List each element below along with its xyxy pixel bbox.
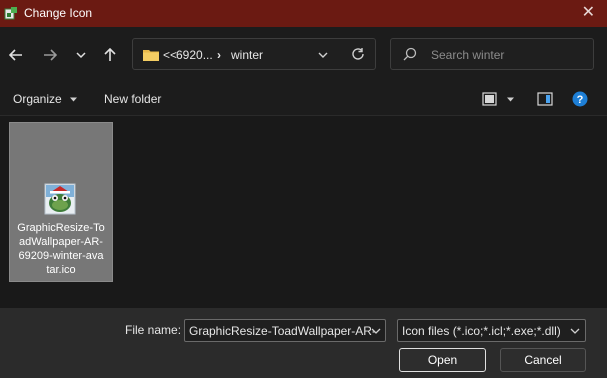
file-type-chevron-icon <box>570 328 580 334</box>
breadcrumb-current[interactable]: winter <box>231 48 263 62</box>
breadcrumb-separator: › <box>217 48 221 62</box>
file-thumbnail <box>44 183 76 215</box>
navigation-bar: << 6920... › winter Search winter <box>0 27 607 83</box>
title-bar: Change Icon ✕ <box>0 0 607 27</box>
breadcrumb-parent[interactable]: 6920... <box>176 48 213 62</box>
file-item[interactable]: GraphicResize-To adWallpaper-AR- 69209-w… <box>9 122 113 282</box>
view-dropdown-icon[interactable] <box>506 95 515 104</box>
window-title: Change Icon <box>24 6 93 20</box>
open-button[interactable]: Open <box>399 348 486 372</box>
organize-chevron-icon <box>70 97 78 102</box>
search-input[interactable]: Search winter <box>390 38 594 70</box>
file-name-value: GraphicResize-ToadWallpaper-AR- <box>189 324 376 338</box>
breadcrumb-overflow[interactable]: << <box>163 48 177 62</box>
close-icon[interactable]: ✕ <box>582 4 595 22</box>
address-dropdown-icon[interactable] <box>318 50 328 60</box>
command-bar: Organize New folder ? <box>0 83 607 116</box>
preview-pane-icon[interactable] <box>537 92 553 106</box>
file-name-input[interactable]: GraphicResize-ToadWallpaper-AR- <box>184 319 386 342</box>
cancel-button[interactable]: Cancel <box>500 348 586 372</box>
organize-label: Organize <box>13 92 62 106</box>
file-type-select[interactable]: Icon files (*.ico;*.icl;*.exe;*.dll) <box>397 319 586 342</box>
file-name-field-label: File name: <box>125 323 182 337</box>
back-icon[interactable] <box>4 43 28 67</box>
svg-text:?: ? <box>577 94 584 106</box>
new-folder-button[interactable]: New folder <box>104 92 161 106</box>
file-list: GraphicResize-To adWallpaper-AR- 69209-w… <box>0 116 607 308</box>
file-type-value: Icon files (*.ico;*.icl;*.exe;*.dll) <box>402 324 561 338</box>
organize-button[interactable]: Organize <box>13 92 78 106</box>
recent-locations-chevron-icon[interactable] <box>69 43 93 67</box>
search-icon <box>403 47 417 61</box>
help-icon[interactable]: ? <box>572 91 588 107</box>
folder-icon <box>143 50 159 61</box>
dialog-footer: File name: GraphicResize-ToadWallpaper-A… <box>0 308 607 378</box>
refresh-icon[interactable] <box>351 47 365 61</box>
search-placeholder: Search winter <box>431 48 505 62</box>
file-name-chevron-icon[interactable] <box>371 327 381 335</box>
file-name-label: GraphicResize-To adWallpaper-AR- 69209-w… <box>17 222 105 276</box>
address-bar[interactable]: << 6920... › winter <box>132 38 376 70</box>
forward-icon[interactable] <box>38 43 62 67</box>
app-icon <box>4 7 17 20</box>
up-icon[interactable] <box>98 43 122 67</box>
view-options-icon[interactable] <box>482 92 497 106</box>
